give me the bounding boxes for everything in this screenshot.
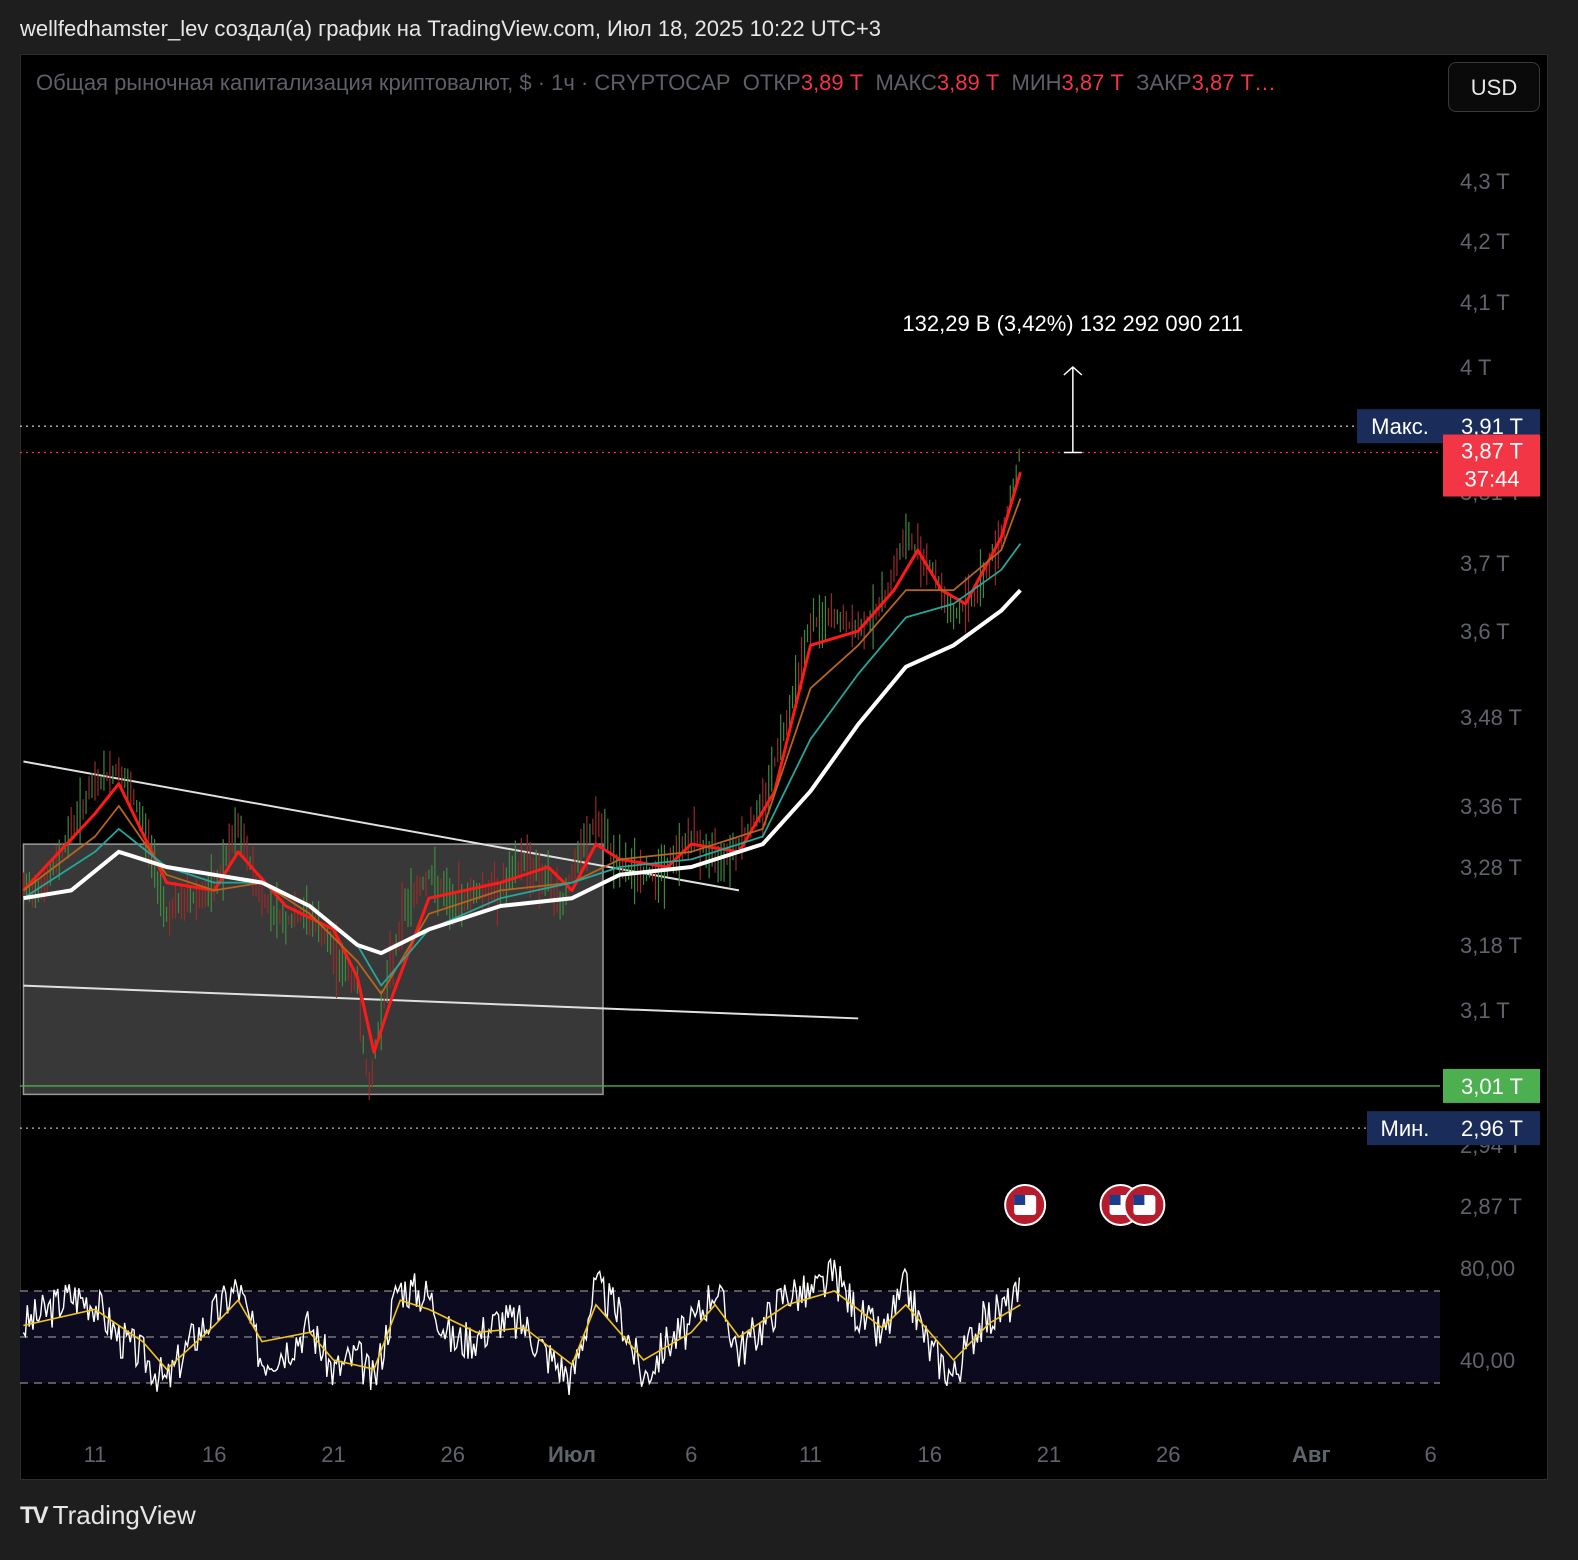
us-flag-icon-canton-1 (1109, 1195, 1121, 1205)
x-tick-label-11: 6 (1424, 1442, 1436, 1467)
x-tick-label-9: 26 (1156, 1442, 1180, 1467)
bar-countdown: 37:44 (1464, 467, 1519, 492)
rsi-tick-label-0: 80,00 (1460, 1256, 1515, 1281)
us-flag-icon-canton-2 (1133, 1195, 1145, 1205)
us-flag-icon-canton-0 (1014, 1195, 1026, 1205)
price-level-tag-label-0: Макс. (1371, 414, 1429, 439)
y-tick-label-0: 4,3 T (1460, 169, 1510, 194)
x-tick-label-4: Июл (548, 1442, 596, 1467)
tradingview-logo-text: TradingView (52, 1500, 196, 1530)
y-tick-label-13: 2,87 T (1460, 1194, 1522, 1219)
rsi-tick-label-1: 40,00 (1460, 1348, 1515, 1373)
tradingview-logo-mark: TV (20, 1501, 49, 1529)
y-tick-label-11: 3,1 T (1460, 998, 1510, 1023)
last-price-value: 3,87 T (1461, 439, 1523, 464)
x-tick-label-5: 6 (685, 1442, 697, 1467)
range-box[interactable] (22, 843, 604, 1096)
x-tick-label-10: Авг (1292, 1442, 1331, 1467)
x-tick-label-7: 16 (918, 1442, 942, 1467)
tradingview-logo[interactable]: TV TradingView (20, 1500, 196, 1531)
price-level-value-3: 2,96 T (1461, 1116, 1523, 1141)
price-level-tag-label-3: Мин. (1381, 1116, 1430, 1141)
x-tick-label-0: 11 (84, 1442, 107, 1467)
y-tick-label-8: 3,36 T (1460, 794, 1522, 819)
y-tick-label-2: 4,1 T (1460, 290, 1510, 315)
x-tick-label-2: 21 (321, 1442, 345, 1467)
chart-canvas[interactable]: 132,29 B (3,42%) 132 292 090 211 4,3 T 4,2… (0, 0, 1578, 1560)
x-tick-label-1: 16 (202, 1442, 226, 1467)
measure-label: 132,29 B (3,42%) 132 292 090 211 (902, 311, 1243, 336)
x-tick-label-8: 21 (1037, 1442, 1061, 1467)
y-tick-label-3: 4 T (1460, 355, 1491, 380)
y-tick-label-5: 3,7 T (1460, 551, 1510, 576)
price-level-value-2: 3,01 T (1461, 1074, 1523, 1099)
y-tick-label-7: 3,48 T (1460, 705, 1522, 730)
x-tick-label-3: 26 (441, 1442, 465, 1467)
y-tick-label-6: 3,6 T (1460, 619, 1510, 644)
y-tick-label-9: 3,28 T (1460, 855, 1522, 880)
y-tick-label-1: 4,2 T (1460, 229, 1510, 254)
y-tick-label-10: 3,18 T (1460, 933, 1522, 958)
x-tick-label-6: 11 (799, 1442, 822, 1467)
